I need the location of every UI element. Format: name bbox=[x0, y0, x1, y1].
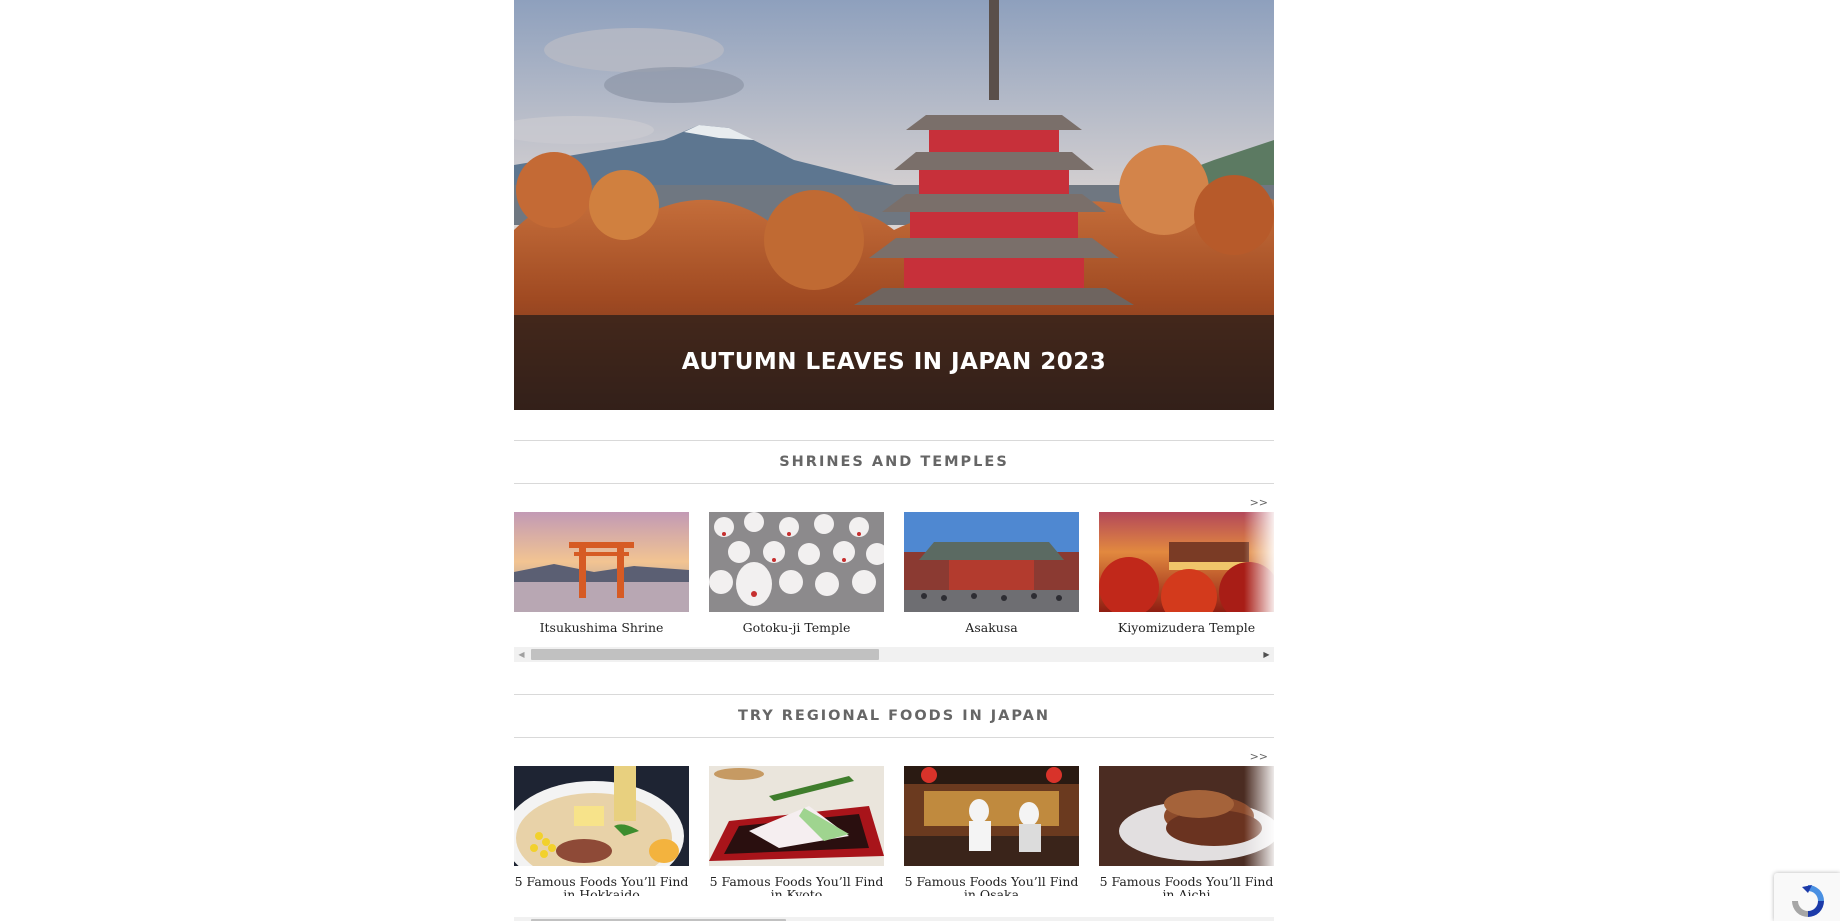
card-item[interactable]: Asakusa bbox=[904, 512, 1079, 634]
card-item[interactable]: Gotoku-ji Temple bbox=[709, 512, 884, 634]
card-thumbnail[interactable] bbox=[514, 512, 689, 612]
card-item[interactable]: Itsukushima Shrine bbox=[514, 512, 689, 634]
card-item[interactable]: 5 Famous Foods You’ll Find in Osaka bbox=[904, 766, 1079, 896]
carousel: 5 Famous Foods You’ll Find in Hokkaido 5… bbox=[514, 766, 1274, 896]
arrow-right-icon[interactable]: ▶ bbox=[1259, 917, 1274, 921]
card-thumbnail[interactable] bbox=[709, 512, 884, 612]
recaptcha-badge[interactable] bbox=[1774, 873, 1840, 921]
card-thumbnail[interactable] bbox=[904, 766, 1079, 866]
more-link[interactable]: >> bbox=[1250, 750, 1268, 763]
card-thumbnail[interactable] bbox=[709, 766, 884, 866]
section-header: SHRINES AND TEMPLES bbox=[514, 440, 1274, 484]
hero-caption-band: AUTUMN LEAVES IN JAPAN 2023 bbox=[514, 315, 1274, 410]
more-link[interactable]: >> bbox=[1250, 496, 1268, 509]
recaptcha-icon bbox=[1792, 885, 1824, 917]
section-title: SHRINES AND TEMPLES bbox=[779, 454, 1009, 470]
carousel: Itsukushima Shrine Gotoku-ji Temple Asak… bbox=[514, 512, 1274, 642]
card-label[interactable]: Kiyomizudera Temple bbox=[1099, 621, 1274, 634]
card-label[interactable]: 5 Famous Foods You’ll Find in Osaka bbox=[904, 875, 1079, 896]
card-thumbnail[interactable] bbox=[1099, 512, 1274, 612]
carousel-fade bbox=[1244, 766, 1274, 866]
card-item[interactable]: 5 Famous Foods You’ll Find in Hokkaido bbox=[514, 766, 689, 896]
hero-title[interactable]: AUTUMN LEAVES IN JAPAN 2023 bbox=[682, 349, 1106, 375]
arrow-right-icon[interactable]: ▶ bbox=[1259, 647, 1274, 662]
hero-banner[interactable]: AUTUMN LEAVES IN JAPAN 2023 bbox=[514, 0, 1274, 410]
card-item[interactable]: Kiyomizudera Temple bbox=[1099, 512, 1274, 634]
card-label[interactable]: Asakusa bbox=[904, 621, 1079, 634]
card-label[interactable]: 5 Famous Foods You’ll Find in Aichi bbox=[1099, 875, 1274, 896]
card-label[interactable]: Gotoku-ji Temple bbox=[709, 621, 884, 634]
arrow-left-icon[interactable]: ◀ bbox=[514, 647, 529, 662]
card-label[interactable]: Itsukushima Shrine bbox=[514, 621, 689, 634]
card-label[interactable]: 5 Famous Foods You’ll Find in Hokkaido bbox=[514, 875, 689, 896]
card-item[interactable]: 5 Famous Foods You’ll Find in Aichi bbox=[1099, 766, 1274, 896]
card-thumbnail[interactable] bbox=[904, 512, 1079, 612]
arrow-left-icon[interactable]: ◀ bbox=[514, 917, 529, 921]
section-header: TRY REGIONAL FOODS IN JAPAN bbox=[514, 694, 1274, 738]
section-title: TRY REGIONAL FOODS IN JAPAN bbox=[737, 708, 1051, 724]
card-item[interactable]: 5 Famous Foods You’ll Find in Kyoto bbox=[709, 766, 884, 896]
card-thumbnail[interactable] bbox=[1099, 766, 1274, 866]
carousel-scrollbar[interactable]: ◀ ▶ bbox=[514, 647, 1274, 662]
carousel-scrollbar[interactable]: ◀ ▶ bbox=[514, 917, 1274, 921]
card-label[interactable]: 5 Famous Foods You’ll Find in Kyoto bbox=[709, 875, 884, 896]
card-thumbnail[interactable] bbox=[514, 766, 689, 866]
carousel-fade bbox=[1244, 512, 1274, 612]
scrollbar-thumb[interactable] bbox=[531, 649, 879, 660]
page: AUTUMN LEAVES IN JAPAN 2023 SHRINES AND … bbox=[0, 0, 1840, 921]
